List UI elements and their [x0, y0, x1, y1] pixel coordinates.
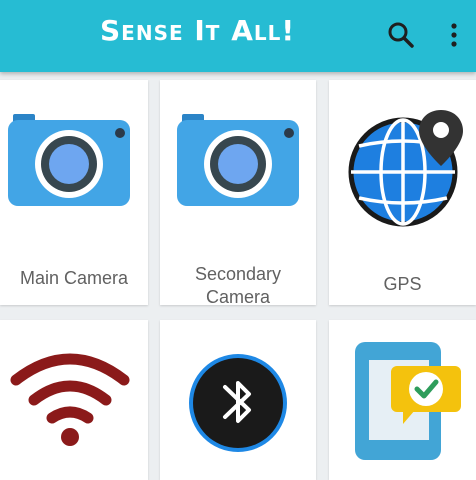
- globe-location-icon: [348, 110, 463, 227]
- sensor-card-main-camera[interactable]: Main Camera: [0, 80, 148, 305]
- sensor-label: Secondary Camera: [194, 264, 282, 307]
- app-title: Sense It All!: [100, 14, 296, 47]
- app-bar: Sense It All!: [0, 0, 476, 72]
- overflow-menu-button[interactable]: [444, 20, 464, 50]
- sensor-card-bluetooth[interactable]: [160, 320, 316, 480]
- sensor-card-phone-check[interactable]: [329, 320, 476, 480]
- search-icon: [388, 22, 414, 48]
- wifi-icon: [10, 353, 130, 446]
- phone-check-icon: [355, 342, 461, 460]
- sensor-card-wifi[interactable]: [0, 320, 148, 480]
- sensor-grid: Main Camera Secondary Camera GPS: [0, 72, 476, 480]
- sensor-label: Main Camera: [19, 268, 129, 288]
- sensor-card-secondary-camera[interactable]: Secondary Camera: [160, 80, 316, 307]
- camera-icon: [8, 114, 130, 206]
- bluetooth-icon: [189, 354, 287, 452]
- camera-icon: [177, 114, 299, 206]
- sensor-label: GPS: [383, 274, 422, 294]
- sensor-card-gps[interactable]: GPS: [329, 80, 476, 305]
- search-button[interactable]: [386, 20, 416, 50]
- more-vert-icon: [451, 23, 457, 47]
